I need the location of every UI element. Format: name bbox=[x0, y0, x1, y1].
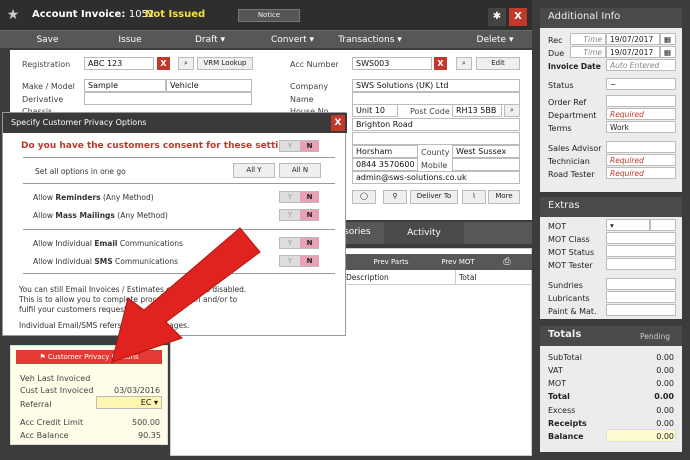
road-tester-label: Road Tester bbox=[548, 170, 595, 179]
balance-label: Balance bbox=[548, 432, 584, 441]
total-value: 0.00 bbox=[654, 392, 674, 401]
due-label: Due bbox=[548, 49, 565, 58]
sales-advisor-select[interactable] bbox=[606, 141, 676, 153]
mot-status-select[interactable] bbox=[606, 245, 676, 257]
rec-time-input[interactable]: Time bbox=[570, 33, 606, 45]
receipts-label: Receipts bbox=[548, 419, 587, 428]
mot-tester-select[interactable] bbox=[606, 258, 676, 270]
order-ref-label: Order Ref bbox=[548, 98, 587, 107]
excess-value: 0.00 bbox=[656, 406, 674, 415]
receipts-value: 0.00 bbox=[656, 419, 674, 428]
rec-date-input[interactable]: 19/07/2017 bbox=[606, 33, 660, 45]
road-tester-select[interactable]: Required bbox=[606, 167, 676, 179]
terms-label: Terms bbox=[548, 124, 572, 133]
due-time-input[interactable]: Time bbox=[570, 46, 606, 58]
extras-mot-tester-label: MOT Tester bbox=[548, 261, 593, 270]
mot-total-value: 0.00 bbox=[656, 379, 674, 388]
subtotal-label: SubTotal bbox=[548, 353, 582, 362]
total-label: Total bbox=[548, 392, 570, 401]
extras-lubricants-label: Lubricants bbox=[548, 294, 590, 303]
order-ref-input[interactable] bbox=[606, 95, 676, 107]
extras-mot-class-label: MOT Class bbox=[548, 235, 590, 244]
extras-mot-status-label: MOT Status bbox=[548, 248, 595, 257]
calendar-icon[interactable]: ▦ bbox=[660, 33, 676, 45]
technician-select[interactable]: Required bbox=[606, 154, 676, 166]
mot-value-input[interactable] bbox=[650, 219, 676, 231]
vat-label: VAT bbox=[548, 366, 563, 375]
extras-paint-label: Paint & Mat. bbox=[548, 307, 597, 316]
invoice-date-input[interactable]: Auto Entered bbox=[606, 59, 676, 71]
paint-input[interactable] bbox=[606, 304, 676, 316]
calendar-icon[interactable]: ▦ bbox=[660, 46, 676, 58]
invoice-date-label: Invoice Date bbox=[548, 62, 601, 71]
extras-sundries-label: Sundries bbox=[548, 281, 583, 290]
balance-value: 0.00 bbox=[656, 432, 674, 441]
technician-label: Technician bbox=[548, 157, 590, 166]
vat-value: 0.00 bbox=[656, 366, 674, 375]
lubricants-input[interactable] bbox=[606, 291, 676, 303]
mot-class-select[interactable] bbox=[606, 232, 676, 244]
mot-select[interactable]: ▾ bbox=[606, 219, 650, 231]
excess-label: Excess bbox=[548, 406, 576, 415]
extras-title: Extras bbox=[540, 197, 682, 217]
rec-label: Rec bbox=[548, 36, 563, 45]
sundries-input[interactable] bbox=[606, 278, 676, 290]
sales-advisor-label: Sales Advisor bbox=[548, 144, 602, 153]
terms-select[interactable]: Work bbox=[606, 121, 676, 133]
mot-total-label: MOT bbox=[548, 379, 567, 388]
subtotal-value: 0.00 bbox=[656, 353, 674, 362]
due-date-input[interactable]: 19/07/2017 bbox=[606, 46, 660, 58]
extras-mot-label: MOT bbox=[548, 222, 567, 231]
department-select[interactable]: Required bbox=[606, 108, 676, 120]
status-field-label: Status bbox=[548, 81, 574, 90]
status-select[interactable]: ~ bbox=[606, 78, 676, 90]
department-label: Department bbox=[548, 111, 597, 120]
additional-info-title: Additional Info bbox=[540, 8, 682, 28]
totals-status: Pending bbox=[640, 332, 670, 341]
